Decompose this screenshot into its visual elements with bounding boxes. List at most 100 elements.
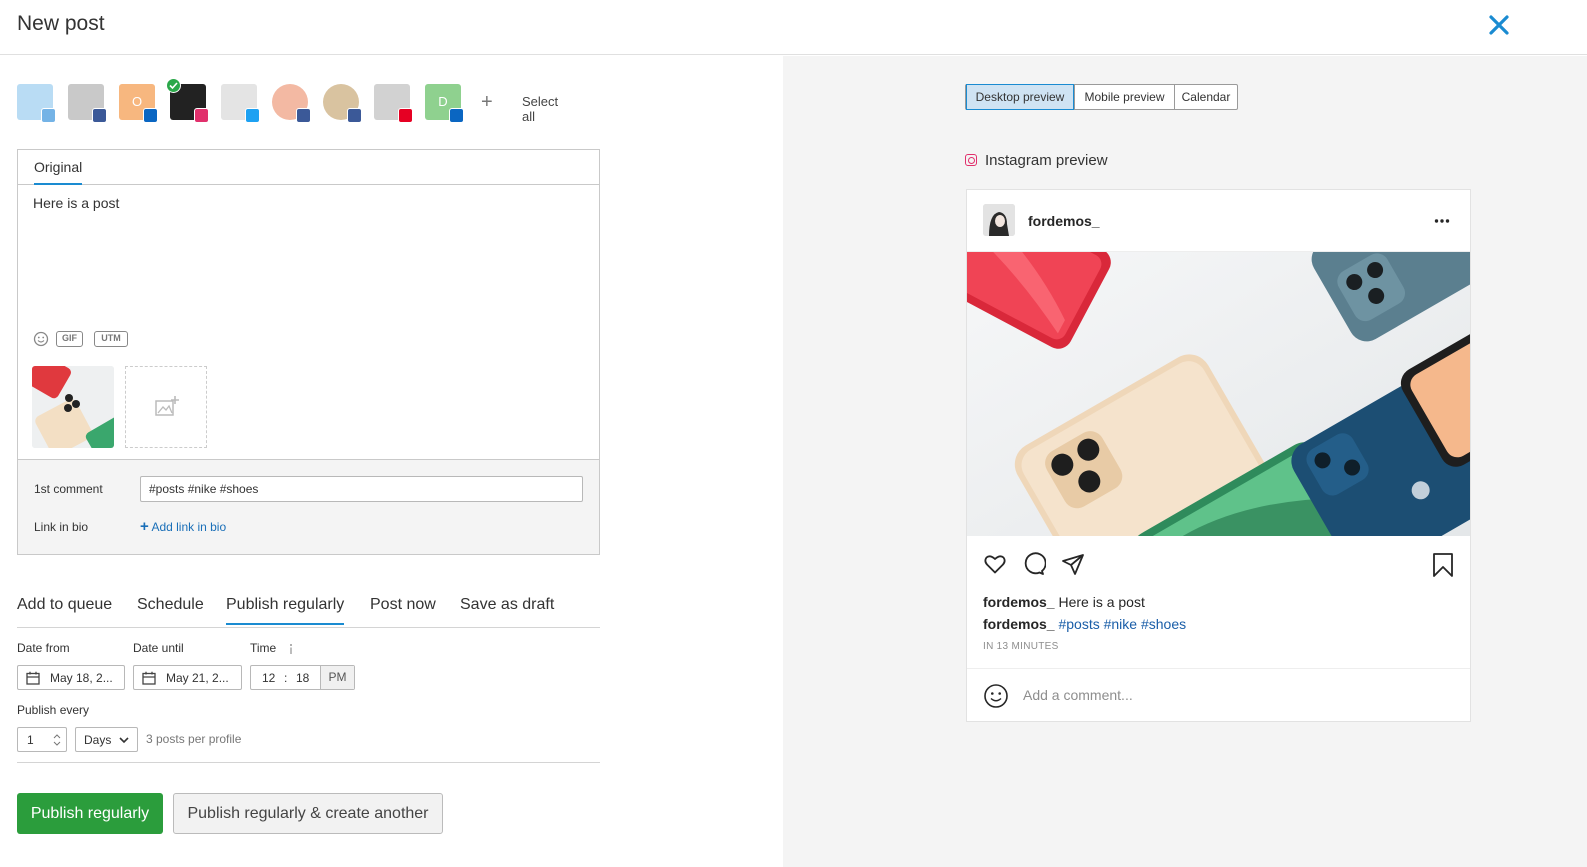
date-from-value: May 18, 2... xyxy=(50,671,113,685)
post-header: fordemos_ xyxy=(967,190,1470,252)
post-time: IN 13 MINUTES xyxy=(983,641,1059,652)
tab-add-to-queue[interactable]: Add to queue xyxy=(17,596,112,623)
calendar-icon xyxy=(26,671,40,685)
media-thumbnail[interactable] xyxy=(32,366,114,448)
bookmark-icon[interactable] xyxy=(1431,552,1455,578)
first-comment-input[interactable]: #posts #nike #shoes xyxy=(140,476,583,502)
calendar-icon xyxy=(142,671,156,685)
minute-input[interactable]: 18 xyxy=(296,671,309,685)
share-icon[interactable] xyxy=(1061,552,1085,576)
editor-tabs: Original xyxy=(18,150,599,185)
add-link-in-bio-label: Add link in bio xyxy=(151,520,227,534)
pinterest-icon xyxy=(398,108,413,123)
instagram-icon xyxy=(194,108,209,123)
add-link-in-bio-button[interactable]: + Add link in bio xyxy=(140,518,226,535)
ampm-toggle[interactable]: PM xyxy=(320,666,354,689)
publish-every-label: Publish every xyxy=(17,703,90,717)
profile-avatar-facebook[interactable] xyxy=(68,84,107,123)
publish-every-value: 1 xyxy=(27,733,34,747)
hour-input[interactable]: 12 xyxy=(262,671,275,685)
modal-header: New post xyxy=(0,0,1587,55)
tab-publish-regularly[interactable]: Publish regularly xyxy=(226,596,345,625)
close-icon[interactable] xyxy=(1486,10,1512,40)
profile-avatar-group[interactable] xyxy=(17,84,56,123)
comment-username: fordemos_ xyxy=(983,616,1055,632)
add-profile-icon[interactable]: + xyxy=(481,92,493,112)
date-until-value: May 21, 2... xyxy=(166,671,229,685)
check-icon xyxy=(166,78,181,93)
page-title: New post xyxy=(17,12,105,35)
instagram-icon xyxy=(965,154,977,166)
caption-text: Here is a post xyxy=(1058,594,1145,610)
linkedin-icon xyxy=(143,108,158,123)
emoji-icon[interactable] xyxy=(983,683,1009,709)
profile-avatar-instagram[interactable] xyxy=(166,78,209,123)
profile-avatar-pinterest[interactable] xyxy=(374,84,413,123)
facebook-icon xyxy=(92,108,107,123)
profile-avatar-facebook[interactable] xyxy=(323,84,362,123)
stepper-arrows-icon[interactable] xyxy=(53,733,61,747)
tab-original[interactable]: Original xyxy=(34,159,83,185)
publish-every-unit-select[interactable]: Days xyxy=(75,727,138,752)
caption-username: fordemos_ xyxy=(983,594,1055,610)
date-until-picker[interactable]: May 21, 2... xyxy=(133,665,242,690)
avatar xyxy=(983,204,1015,236)
post-caption: fordemos_ Here is a post xyxy=(983,594,1145,610)
preview-panel: Desktop preview Mobile preview Calendar … xyxy=(783,56,1587,867)
date-until-label: Date until xyxy=(133,641,184,655)
emoji-icon[interactable] xyxy=(33,331,49,347)
select-all-link[interactable]: Select all xyxy=(522,94,558,124)
publish-mode-tabs: Add to queue Schedule Publish regularly … xyxy=(17,590,600,628)
first-comment-label: 1st comment xyxy=(34,482,103,496)
preview-title-text: Instagram preview xyxy=(985,152,1108,169)
plus-icon: + xyxy=(140,518,149,535)
heart-icon[interactable] xyxy=(983,552,1007,576)
tab-mobile-preview[interactable]: Mobile preview xyxy=(1074,85,1174,109)
profile-avatar-linkedin[interactable]: D xyxy=(425,84,464,123)
chevron-down-icon xyxy=(119,737,129,744)
post-first-comment: fordemos_ #posts #nike #shoes xyxy=(983,616,1186,632)
posts-per-profile-hint: 3 posts per profile xyxy=(146,732,242,746)
time-picker: 12 : 18 PM xyxy=(250,665,355,690)
publish-regularly-button[interactable]: Publish regularly xyxy=(17,793,163,834)
facebook-icon xyxy=(347,108,362,123)
preview-mode-switch: Desktop preview Mobile preview Calendar xyxy=(965,84,1238,110)
utm-button[interactable]: UTM xyxy=(94,331,128,347)
add-image-icon xyxy=(155,396,179,416)
add-comment-input[interactable]: Add a comment... xyxy=(1023,687,1133,703)
instagram-post-card: fordemos_ fordemos_ Here is a post forde… xyxy=(966,189,1471,722)
divider xyxy=(17,762,600,763)
comment-hashtags: #posts #nike #shoes xyxy=(1058,616,1187,632)
facebook-icon xyxy=(296,108,311,123)
post-image xyxy=(967,252,1470,536)
profile-avatar-linkedin[interactable]: O xyxy=(119,84,158,123)
tab-calendar[interactable]: Calendar xyxy=(1174,85,1237,109)
group-icon xyxy=(41,108,56,123)
post-options: 1st comment #posts #nike #shoes Link in … xyxy=(18,459,599,554)
tab-save-as-draft[interactable]: Save as draft xyxy=(460,596,554,623)
publish-and-create-another-button[interactable]: Publish regularly & create another xyxy=(173,793,443,834)
time-label: Time xyxy=(250,641,277,655)
date-from-picker[interactable]: May 18, 2... xyxy=(17,665,125,690)
comment-bar: Add a comment... xyxy=(967,668,1470,721)
tab-desktop-preview[interactable]: Desktop preview xyxy=(966,84,1074,110)
add-media-button[interactable] xyxy=(125,366,207,448)
profile-avatar-twitter[interactable] xyxy=(221,84,260,123)
twitter-icon xyxy=(245,108,260,123)
profile-avatar-facebook[interactable] xyxy=(272,84,311,123)
post-editor: Original Here is a post GIF UTM 1st comm… xyxy=(17,149,600,555)
unit-value: Days xyxy=(84,733,112,747)
post-text-area[interactable]: Here is a post xyxy=(33,195,583,211)
publish-every-stepper[interactable]: 1 xyxy=(17,727,67,752)
gif-button[interactable]: GIF xyxy=(56,331,83,347)
info-icon xyxy=(290,644,292,654)
tab-post-now[interactable]: Post now xyxy=(370,596,436,623)
composer-panel: O D + Select all Original Here is a post… xyxy=(0,56,783,867)
tab-schedule[interactable]: Schedule xyxy=(137,596,204,623)
link-in-bio-label: Link in bio xyxy=(34,520,89,534)
post-username: fordemos_ xyxy=(1028,213,1100,229)
comment-icon[interactable] xyxy=(1022,552,1046,576)
date-from-label: Date from xyxy=(17,641,70,655)
linkedin-icon xyxy=(449,108,464,123)
more-options-icon[interactable] xyxy=(1434,218,1450,224)
